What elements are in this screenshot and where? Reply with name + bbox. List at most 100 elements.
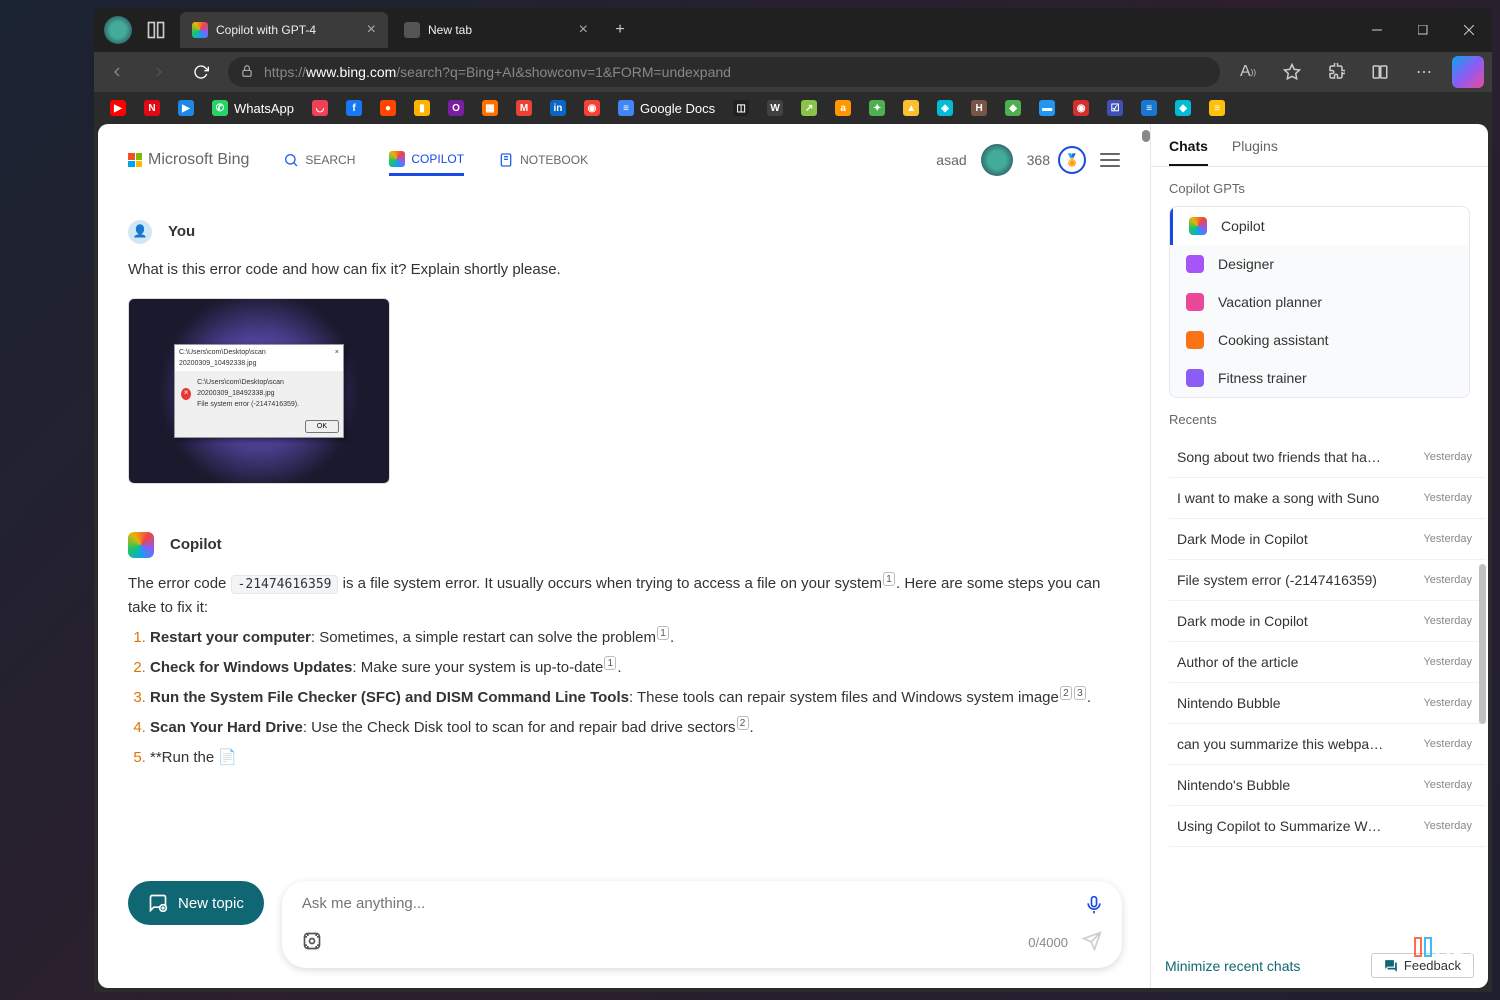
- bookmark-item[interactable]: ◉: [584, 100, 600, 116]
- edge-profile-avatar[interactable]: [104, 16, 132, 44]
- minimize-recents-link[interactable]: Minimize recent chats: [1165, 958, 1300, 974]
- browser-tab[interactable]: New tab×: [392, 12, 600, 48]
- bookmark-item[interactable]: O: [448, 100, 464, 116]
- workspaces-icon[interactable]: [146, 20, 166, 40]
- bookmark-item[interactable]: in: [550, 100, 566, 116]
- forward-button: [144, 57, 174, 87]
- bookmark-item[interactable]: ◫: [733, 100, 749, 116]
- bookmark-item[interactable]: ≡: [1209, 100, 1225, 116]
- bookmark-item[interactable]: H: [971, 100, 987, 116]
- recent-item[interactable]: File system error (-2147416359)Yesterday: [1169, 560, 1486, 601]
- recent-date: Yesterday: [1423, 656, 1472, 668]
- recent-item[interactable]: Nintendo's BubbleYesterday: [1169, 765, 1486, 806]
- bookmark-item[interactable]: ◆: [1005, 100, 1021, 116]
- lock-icon: [240, 64, 254, 81]
- gpt-name: Vacation planner: [1218, 294, 1322, 310]
- user-avatar[interactable]: [981, 144, 1013, 176]
- recent-item[interactable]: Song about two friends that haven't seYe…: [1169, 437, 1486, 478]
- recent-item[interactable]: Dark Mode in CopilotYesterday: [1169, 519, 1486, 560]
- bookmark-item[interactable]: ◡: [312, 100, 328, 116]
- gpt-item[interactable]: Fitness trainer: [1170, 359, 1469, 397]
- gpt-name: Copilot: [1221, 218, 1265, 234]
- menu-button[interactable]: ⋯: [1408, 56, 1440, 88]
- you-label: You: [168, 220, 195, 244]
- bookmark-item[interactable]: ●: [380, 100, 396, 116]
- bookmark-item[interactable]: ◉: [1073, 100, 1089, 116]
- bookmark-item[interactable]: ◈: [937, 100, 953, 116]
- rewards-icon: 🏅: [1058, 146, 1086, 174]
- tab-plugins[interactable]: Plugins: [1232, 138, 1278, 166]
- read-aloud-button[interactable]: A)): [1232, 56, 1264, 88]
- bing-logo[interactable]: Microsoft Bing: [128, 151, 249, 169]
- new-topic-button[interactable]: New topic: [128, 881, 264, 925]
- bookmark-item[interactable]: f: [346, 100, 362, 116]
- bookmark-item[interactable]: ↗: [801, 100, 817, 116]
- gpts-label: Copilot GPTs: [1169, 181, 1470, 196]
- compose-input[interactable]: [302, 895, 1022, 912]
- close-button[interactable]: [1446, 14, 1492, 46]
- bookmark-item[interactable]: ✆WhatsApp: [212, 100, 294, 116]
- sidebar-scrollbar[interactable]: [1479, 564, 1486, 724]
- favorite-button[interactable]: [1276, 56, 1308, 88]
- bookmark-item[interactable]: ≡: [1141, 100, 1157, 116]
- close-tab-icon[interactable]: ×: [367, 21, 376, 39]
- recent-title: Using Copilot to Summarize Web Pag: [1177, 818, 1387, 834]
- close-tab-icon[interactable]: ×: [579, 21, 588, 39]
- url-text: https://www.bing.com/search?q=Bing+AI&sh…: [264, 64, 731, 80]
- url-field[interactable]: https://www.bing.com/search?q=Bing+AI&sh…: [228, 57, 1220, 87]
- new-tab-button[interactable]: +: [606, 16, 634, 44]
- tab-notebook[interactable]: NOTEBOOK: [498, 146, 588, 174]
- bookmark-item[interactable]: ▲: [903, 100, 919, 116]
- back-button[interactable]: [102, 57, 132, 87]
- send-icon[interactable]: [1082, 931, 1102, 954]
- main-scrollbar[interactable]: [1142, 130, 1150, 142]
- attached-image[interactable]: C:\Users\com\Desktop\scan 20200309_10492…: [128, 298, 390, 484]
- split-screen-button[interactable]: [1364, 56, 1396, 88]
- tab-search[interactable]: SEARCH: [283, 146, 355, 174]
- bing-header: Microsoft Bing SEARCH COPILOT NOTEBOOK a…: [128, 144, 1150, 192]
- hamburger-menu[interactable]: [1100, 153, 1120, 167]
- recent-item[interactable]: Dark mode in CopilotYesterday: [1169, 601, 1486, 642]
- bookmark-item[interactable]: ▶: [110, 100, 126, 116]
- gpt-item[interactable]: Designer: [1170, 245, 1469, 283]
- recent-item[interactable]: I want to make a song with SunoYesterday: [1169, 478, 1486, 519]
- bookmark-item[interactable]: ▮: [414, 100, 430, 116]
- gpt-item[interactable]: Copilot: [1170, 207, 1469, 245]
- recent-title: Author of the article: [1177, 654, 1298, 670]
- tab-copilot[interactable]: COPILOT: [389, 145, 464, 176]
- minimize-button[interactable]: [1354, 14, 1400, 46]
- refresh-button[interactable]: [186, 57, 216, 87]
- bookmark-item[interactable]: ☑: [1107, 100, 1123, 116]
- bookmark-item[interactable]: ▶: [178, 100, 194, 116]
- extensions-button[interactable]: [1320, 56, 1352, 88]
- bookmark-item[interactable]: M: [516, 100, 532, 116]
- recent-date: Yesterday: [1423, 492, 1472, 504]
- copilot-sidebar-button[interactable]: [1452, 56, 1484, 88]
- bookmark-item[interactable]: N: [144, 100, 160, 116]
- bookmark-item[interactable]: ▦: [482, 100, 498, 116]
- recent-item[interactable]: can you summarize this webpage for mYest…: [1169, 724, 1486, 765]
- gpt-icon: [1186, 331, 1204, 349]
- tab-chats[interactable]: Chats: [1169, 138, 1208, 166]
- username[interactable]: asad: [936, 152, 966, 168]
- bookmark-item[interactable]: ◆: [1175, 100, 1191, 116]
- recent-item[interactable]: Author of the article Yesterday: [1169, 642, 1486, 683]
- gpt-item[interactable]: Vacation planner: [1170, 283, 1469, 321]
- recent-item[interactable]: Using Copilot to Summarize Web PagYester…: [1169, 806, 1486, 847]
- bookmark-item[interactable]: a: [835, 100, 851, 116]
- recent-item[interactable]: Nintendo BubbleYesterday: [1169, 683, 1486, 724]
- rewards[interactable]: 368 🏅: [1027, 146, 1086, 174]
- mic-icon[interactable]: [1084, 895, 1104, 920]
- recent-title: Song about two friends that haven't se: [1177, 449, 1387, 465]
- browser-tab[interactable]: Copilot with GPT-4×: [180, 12, 388, 48]
- bookmark-item[interactable]: ≡Google Docs: [618, 100, 715, 116]
- gpt-item[interactable]: Cooking assistant: [1170, 321, 1469, 359]
- maximize-button[interactable]: [1400, 14, 1446, 46]
- recent-title: can you summarize this webpage for m: [1177, 736, 1387, 752]
- step-item: Scan Your Hard Drive: Use the Check Disk…: [150, 716, 1122, 740]
- bookmark-item[interactable]: ▬: [1039, 100, 1055, 116]
- bookmark-item[interactable]: ✦: [869, 100, 885, 116]
- tab-favicon: [192, 22, 208, 38]
- image-upload-icon[interactable]: [302, 931, 322, 954]
- bookmark-item[interactable]: W: [767, 100, 783, 116]
